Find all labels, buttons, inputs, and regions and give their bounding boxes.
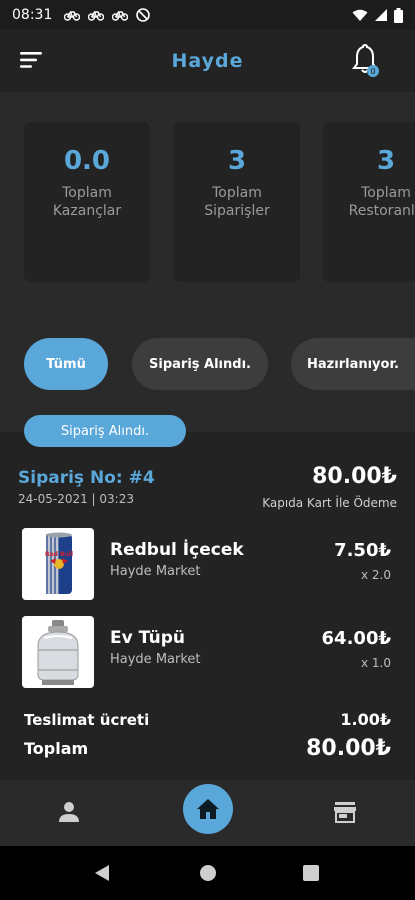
order-total-row: Toplam 80.00₺	[24, 736, 391, 761]
item-price: 64.00₺	[321, 628, 391, 649]
stat-label: Toplam Siparişler	[204, 185, 270, 219]
order-card[interactable]: Sipariş Alındı. Sipariş No: #4 24-05-202…	[0, 415, 415, 780]
home-circle-icon[interactable]	[199, 864, 217, 882]
order-status-badge: Sipariş Alındı.	[24, 415, 186, 447]
recents-icon[interactable]	[303, 865, 319, 881]
menu-icon[interactable]	[20, 50, 44, 70]
item-quantity: x 1.0	[361, 656, 391, 670]
stat-card-orders[interactable]: 3 Toplam Siparişler	[174, 122, 300, 282]
status-system-icons	[352, 7, 403, 23]
status-notification-icons	[64, 8, 151, 22]
do-not-disturb-icon	[136, 8, 151, 22]
system-navigation-bar	[0, 846, 415, 900]
stat-value: 3	[376, 146, 396, 176]
stat-value: 0.0	[63, 146, 111, 176]
home-icon	[197, 799, 219, 819]
item-store: Hayde Market	[110, 564, 201, 579]
stat-label: Toplam Restoranlo	[348, 185, 415, 219]
stat-card-restaurants[interactable]: 3 Toplam Restoranlo	[323, 122, 415, 282]
bicycle-icon	[88, 11, 105, 21]
bell-icon[interactable]: 0	[351, 44, 379, 78]
filter-chip-order-received[interactable]: Sipariş Alındı.	[132, 338, 268, 390]
bicycle-icon	[112, 11, 129, 21]
bicycle-icon	[64, 11, 81, 21]
order-date: 24-05-2021 | 03:23	[18, 492, 134, 506]
order-number: Sipariş No: #4	[18, 468, 155, 488]
payment-method: Kapıda Kart İle Ödeme	[262, 496, 397, 510]
delivery-fee-value: 1.00₺	[340, 710, 391, 729]
home-button[interactable]	[183, 784, 233, 834]
store-icon[interactable]	[333, 800, 357, 824]
person-icon[interactable]	[58, 800, 80, 824]
status-time: 08:31	[12, 7, 53, 23]
stat-card-earnings[interactable]: 0.0 Toplam Kazançlar	[24, 122, 150, 282]
svg-text:0: 0	[370, 67, 375, 76]
order-total-label: Toplam	[24, 739, 89, 758]
battery-icon	[394, 7, 403, 23]
product-image-gas-cylinder	[22, 616, 94, 688]
stat-label: Toplam Kazançlar	[52, 185, 122, 219]
item-name: Ev Tüpü	[110, 628, 185, 648]
back-icon[interactable]	[94, 864, 110, 882]
stat-value: 3	[227, 146, 247, 176]
order-total-value: 80.00₺	[306, 736, 391, 761]
order-total: 80.00₺	[312, 464, 397, 489]
filter-chip-preparing[interactable]: Hazırlanıyor.	[291, 338, 415, 390]
order-item: Ev Tüpü Hayde Market 64.00₺ x 1.0	[0, 616, 415, 688]
filter-chip-all[interactable]: Tümü	[24, 338, 108, 390]
item-store: Hayde Market	[110, 652, 201, 667]
product-image-redbull: Red Bull	[22, 528, 94, 600]
signal-icon	[375, 9, 387, 21]
delivery-fee-row: Teslimat ücreti 1.00₺	[24, 710, 391, 729]
bottom-navigation	[0, 780, 415, 846]
app-bar: Hayde 0	[0, 30, 415, 92]
stats-section: 0.0 Toplam Kazançlar 3 Toplam Siparişler…	[0, 92, 415, 314]
item-price: 7.50₺	[334, 540, 391, 561]
app-title: Hayde	[171, 50, 244, 72]
item-quantity: x 2.0	[361, 568, 391, 582]
delivery-fee-label: Teslimat ücreti	[24, 710, 150, 729]
status-bar: 08:31	[0, 0, 415, 30]
wifi-icon	[352, 9, 368, 21]
order-item: Red Bull Redbul İçecek Hayde Market 7.50…	[0, 528, 415, 600]
svg-text:Red Bull: Red Bull	[45, 551, 73, 558]
item-name: Redbul İçecek	[110, 540, 244, 560]
